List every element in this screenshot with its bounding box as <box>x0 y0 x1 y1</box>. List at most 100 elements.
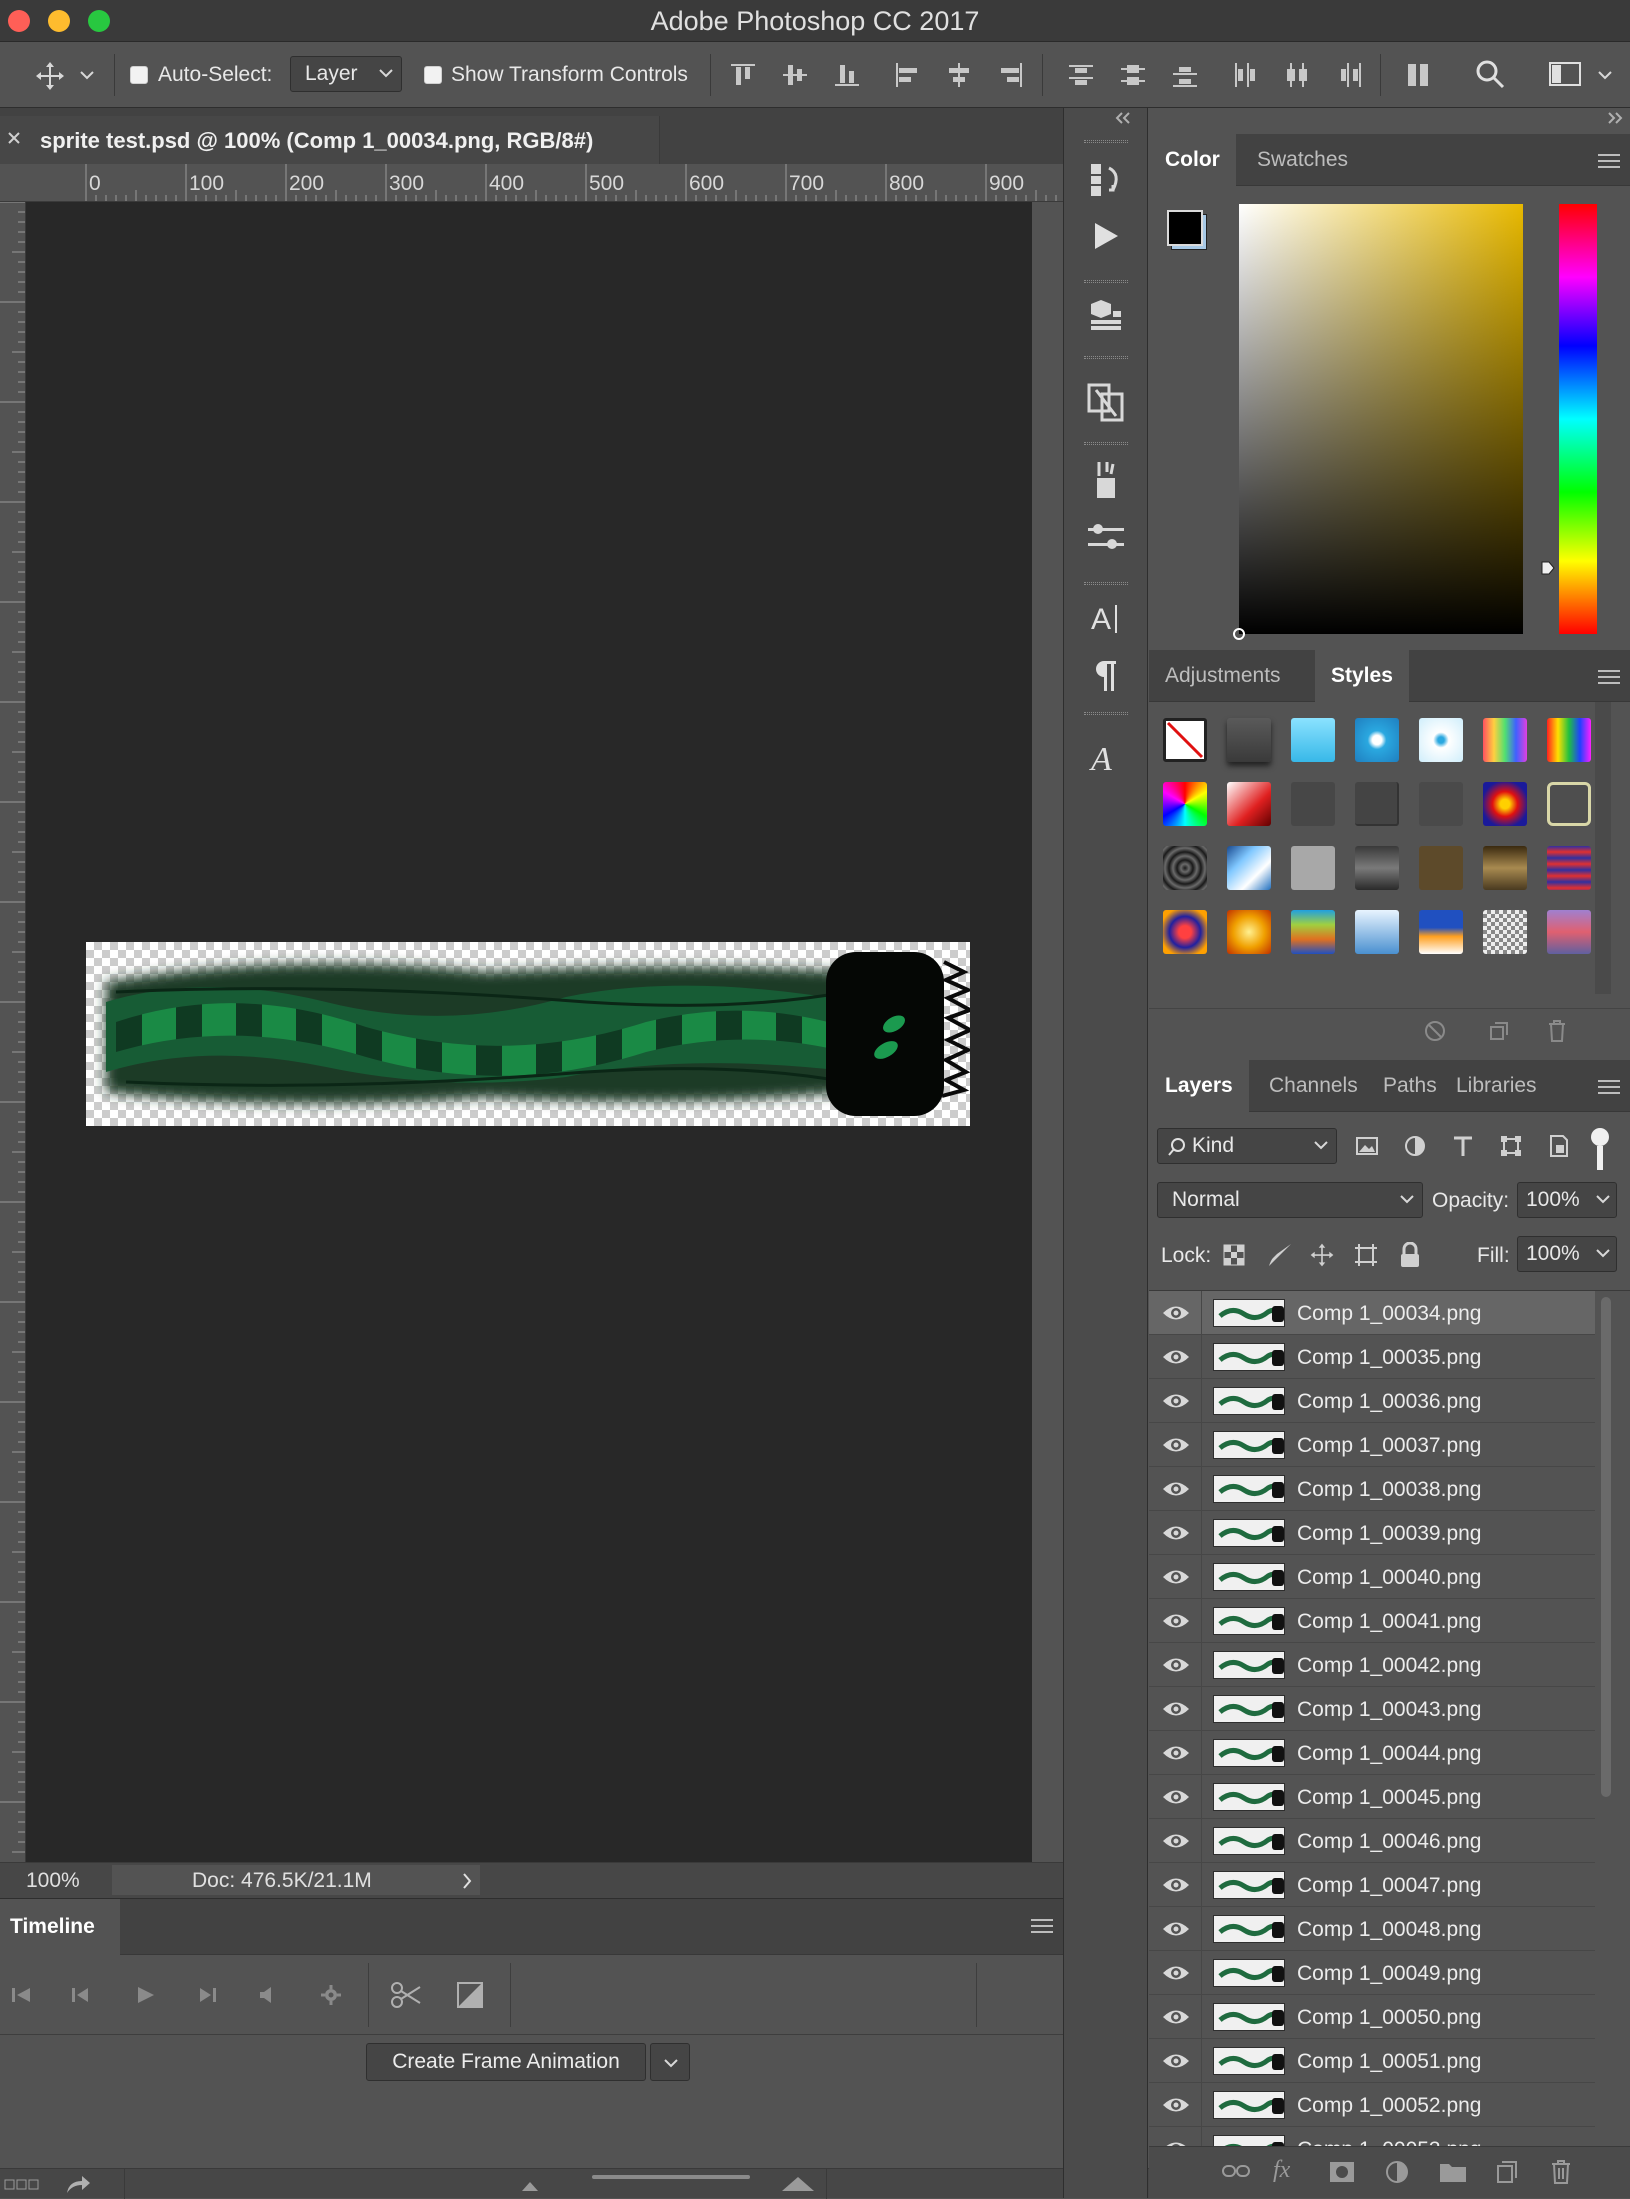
style-spectrum[interactable] <box>1163 782 1207 826</box>
style-gold-glow[interactable] <box>1227 910 1271 954</box>
style-none[interactable] <box>1163 718 1207 762</box>
layer-row[interactable]: Comp 1_00045.png <box>1149 1775 1595 1819</box>
align-right-icon[interactable] <box>996 60 1026 90</box>
hue-slider[interactable] <box>1559 204 1597 634</box>
close-document-icon[interactable] <box>6 130 22 146</box>
distribute-top-icon[interactable] <box>1066 60 1096 90</box>
eye-icon[interactable] <box>1161 1610 1191 1632</box>
filter-type-icon[interactable] <box>1451 1134 1475 1158</box>
go-to-first-frame-icon[interactable] <box>10 1985 32 2005</box>
layer-thumbnail[interactable] <box>1213 1607 1285 1635</box>
new-adjustment-layer-icon[interactable] <box>1385 2160 1409 2184</box>
auto-select-checkbox[interactable] <box>130 66 148 84</box>
color-panel-menu-icon[interactable] <box>1598 154 1620 168</box>
eye-icon[interactable] <box>1161 1566 1191 1588</box>
chevron-down-icon[interactable] <box>1596 1248 1610 1258</box>
eye-icon[interactable] <box>1161 1434 1191 1456</box>
layer-thumbnail[interactable] <box>1213 1739 1285 1767</box>
dock-grip[interactable] <box>1084 442 1128 445</box>
style-blue-inner[interactable] <box>1419 718 1463 762</box>
hue-slider-handle[interactable] <box>1540 560 1556 576</box>
eye-icon[interactable] <box>1161 1786 1191 1808</box>
new-layer-icon[interactable] <box>1495 2160 1519 2184</box>
layer-row[interactable]: Comp 1_00039.png <box>1149 1511 1595 1555</box>
dock-grip[interactable] <box>1084 712 1128 715</box>
style-stripes[interactable] <box>1547 846 1591 890</box>
style-blue-bevel[interactable] <box>1355 718 1399 762</box>
style-dark-3[interactable] <box>1419 782 1463 826</box>
clear-style-icon[interactable] <box>1423 1019 1447 1043</box>
eye-icon[interactable] <box>1161 1918 1191 1940</box>
actions-play-icon[interactable] <box>1076 206 1136 266</box>
style-landscape[interactable] <box>1291 910 1335 954</box>
style-dark-1[interactable] <box>1291 782 1335 826</box>
layer-row[interactable]: Comp 1_00038.png <box>1149 1467 1595 1511</box>
horizontal-ruler[interactable]: 0 100 200 300 400 500 600 700 800 900 <box>0 164 1063 202</box>
layer-thumbnail[interactable] <box>1213 1783 1285 1811</box>
doc-info-field[interactable]: Doc: 476.5K/21.1M <box>112 1865 480 1895</box>
fill-field[interactable]: 100% <box>1517 1236 1617 1272</box>
style-gray[interactable] <box>1291 846 1335 890</box>
document-tab[interactable]: sprite test.psd @ 100% (Comp 1_00034.png… <box>0 116 660 164</box>
layer-row[interactable]: Comp 1_00051.png <box>1149 2039 1595 2083</box>
chevron-down-icon[interactable] <box>1596 1194 1610 1204</box>
layer-thumbnail[interactable] <box>1213 2003 1285 2031</box>
previous-frame-icon[interactable] <box>70 1985 92 2005</box>
layers-scrollbar[interactable] <box>1601 1297 1611 1797</box>
layer-row[interactable]: Comp 1_00048.png <box>1149 1907 1595 1951</box>
align-bottom-icon[interactable] <box>832 60 862 90</box>
link-layers-icon[interactable] <box>1221 2163 1251 2179</box>
dock-grip[interactable] <box>1084 356 1128 359</box>
layer-thumbnail[interactable] <box>1213 1695 1285 1723</box>
expand-panels-icon[interactable] <box>1606 112 1624 124</box>
auto-select-dropdown[interactable]: Layer <box>290 56 402 92</box>
layer-row[interactable]: Comp 1_00053.png <box>1149 2127 1595 2146</box>
tab-adjustments[interactable]: Adjustments <box>1149 650 1297 702</box>
style-dark-2[interactable] <box>1355 782 1399 826</box>
layers-panel-menu-icon[interactable] <box>1598 1080 1620 1094</box>
glyphs-icon[interactable]: A <box>1076 728 1136 788</box>
timeline-menu-icon[interactable] <box>1031 1919 1053 1933</box>
styles-panel-menu-icon[interactable] <box>1598 670 1620 684</box>
color-field[interactable] <box>1233 204 1523 640</box>
style-gold-dark[interactable] <box>1483 846 1527 890</box>
layer-thumbnail[interactable] <box>1213 2047 1285 2075</box>
filter-adjustment-icon[interactable] <box>1403 1134 1427 1158</box>
tab-layers[interactable]: Layers <box>1149 1060 1249 1112</box>
timeline-zoom-slider[interactable] <box>592 2175 750 2179</box>
layer-filter-dropdown[interactable]: Kind <box>1157 1128 1337 1164</box>
3d-icon[interactable] <box>1076 284 1136 344</box>
layer-thumbnail[interactable] <box>1213 1387 1285 1415</box>
layer-row[interactable]: Comp 1_00047.png <box>1149 1863 1595 1907</box>
eye-icon[interactable] <box>1161 1390 1191 1412</box>
settings-gear-icon[interactable] <box>320 1984 342 2006</box>
layer-thumbnail[interactable] <box>1213 2091 1285 2119</box>
style-bronze[interactable] <box>1419 846 1463 890</box>
distribute-horizontal-center-icon[interactable] <box>1282 60 1312 90</box>
style-rainbow-soft[interactable] <box>1483 718 1527 762</box>
fx-icon[interactable]: fx <box>1273 2157 1290 2184</box>
layer-thumbnail[interactable] <box>1213 1431 1285 1459</box>
layer-row[interactable]: Comp 1_00049.png <box>1149 1951 1595 1995</box>
layer-thumbnail[interactable] <box>1213 1519 1285 1547</box>
style-blue-sheen[interactable] <box>1227 846 1271 890</box>
new-group-icon[interactable] <box>1439 2161 1467 2183</box>
foreground-color-swatch[interactable] <box>1167 210 1203 246</box>
layer-thumbnail[interactable] <box>1213 1827 1285 1855</box>
brush-settings-icon[interactable] <box>1076 508 1136 568</box>
add-mask-icon[interactable] <box>1329 2161 1355 2183</box>
auto-align-icon[interactable] <box>1404 60 1434 90</box>
lock-position-icon[interactable] <box>1309 1242 1335 1268</box>
eye-icon[interactable] <box>1161 1346 1191 1368</box>
layer-row[interactable]: Comp 1_00036.png <box>1149 1379 1595 1423</box>
layer-row[interactable]: Comp 1_00044.png <box>1149 1731 1595 1775</box>
canvas-area[interactable] <box>26 202 1063 1862</box>
delete-style-icon[interactable] <box>1545 1019 1569 1043</box>
eye-icon[interactable] <box>1161 1302 1191 1324</box>
color-picker-marker[interactable] <box>1233 628 1245 640</box>
style-sunset[interactable] <box>1419 910 1463 954</box>
zoom-level[interactable]: 100% <box>26 1869 80 1893</box>
align-horizontal-center-icon[interactable] <box>944 60 974 90</box>
distribute-left-icon[interactable] <box>1230 60 1260 90</box>
layer-row[interactable]: Comp 1_00050.png <box>1149 1995 1595 2039</box>
